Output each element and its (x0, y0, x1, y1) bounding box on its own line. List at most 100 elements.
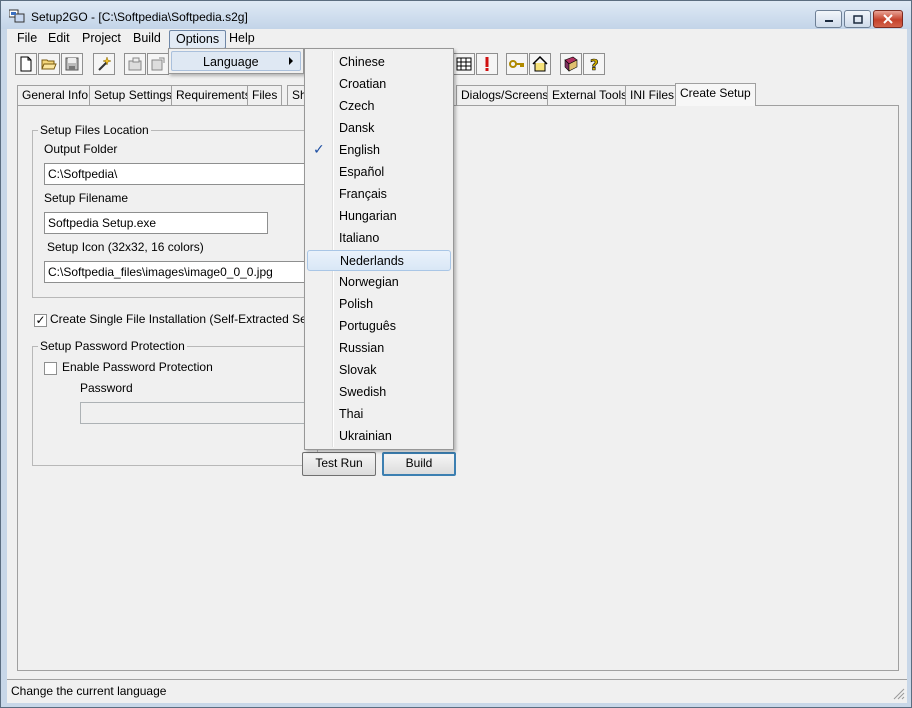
language-item-label: Swedish (339, 385, 387, 399)
open-button[interactable] (38, 53, 60, 75)
menu-project[interactable]: Project (76, 30, 127, 49)
options-menu: Language (168, 48, 304, 74)
setup-filename-label: Setup Filename (44, 191, 129, 205)
language-item-nederlands[interactable]: Nederlands (307, 250, 451, 271)
submenu-arrow-icon (289, 57, 293, 65)
export-icon (151, 57, 165, 71)
key-button[interactable] (506, 53, 528, 75)
language-item-label: Hungarian (339, 209, 397, 223)
toolbar: ? (7, 51, 907, 77)
save-button[interactable] (61, 53, 83, 75)
language-item-slovak[interactable]: Slovak (307, 360, 451, 381)
checkmark-icon: ✓ (35, 313, 46, 327)
language-item-thai[interactable]: Thai (307, 404, 451, 425)
maximize-icon (852, 14, 863, 24)
output-folder-input[interactable]: C:\Softpedia\ (44, 163, 318, 185)
grid-button[interactable] (453, 53, 475, 75)
tab-external-tools[interactable]: External Tools (547, 85, 633, 105)
minimize-icon (824, 20, 833, 22)
single-file-checkbox[interactable]: ✓ (34, 314, 47, 327)
setup-filename-input[interactable]: Softpedia Setup.exe (44, 212, 268, 234)
menu-item-language[interactable]: Language (171, 51, 301, 71)
book-icon (564, 56, 578, 72)
language-item-label: Czech (339, 99, 375, 113)
book-button[interactable] (560, 53, 582, 75)
language-item-label: Thai (339, 407, 364, 421)
title-bar[interactable]: Setup2GO - [C:\Softpedia\Softpedia.s2g] (1, 1, 911, 29)
language-item-ukrainian[interactable]: Ukrainian (307, 426, 451, 447)
tab-setup-settings[interactable]: Setup Settings (89, 85, 178, 105)
setup-icon-input[interactable]: C:\Softpedia_files\images\image0_0_0.jpg (44, 261, 318, 283)
output-folder-label: Output Folder (44, 142, 118, 156)
resize-grip-icon[interactable] (891, 686, 905, 700)
menu-options[interactable]: Options (169, 30, 227, 49)
enable-password-checkbox[interactable] (44, 362, 57, 375)
compile-button[interactable] (124, 53, 146, 75)
client-area: File Edit Project Build Options Help ? G… (7, 29, 907, 703)
language-item-espanol[interactable]: Español (307, 162, 451, 183)
enable-password-label[interactable]: Enable Password Protection (62, 360, 213, 374)
single-file-label[interactable]: Create Single File Installation (Self-Ex… (50, 312, 327, 326)
test-run-button[interactable]: Test Run (302, 452, 376, 476)
status-text: Change the current language (11, 684, 167, 698)
maximize-button[interactable] (844, 10, 871, 28)
build-button[interactable]: Build (382, 452, 456, 476)
menu-file[interactable]: File (11, 30, 43, 49)
language-item-hungarian[interactable]: Hungarian (307, 206, 451, 227)
language-item-english[interactable]: ✓ English (307, 140, 451, 161)
grid-icon (456, 57, 472, 71)
language-item-dansk[interactable]: Dansk (307, 118, 451, 139)
password-input[interactable] (80, 402, 318, 424)
language-item-russian[interactable]: Russian (307, 338, 451, 359)
language-item-label: Croatian (339, 77, 387, 91)
tab-files[interactable]: Files (247, 85, 283, 105)
tab-create-setup[interactable]: Create Setup (675, 83, 756, 106)
language-item-label: Italiano (339, 231, 380, 245)
export-button[interactable] (147, 53, 169, 75)
open-folder-icon (41, 59, 57, 70)
language-item-croatian[interactable]: Croatian (307, 74, 451, 95)
home-button[interactable] (529, 53, 551, 75)
tab-requirements[interactable]: Requirements (171, 85, 256, 105)
language-item-label: English (339, 143, 380, 157)
tab-general-info[interactable]: General Info (17, 85, 94, 105)
new-button[interactable] (15, 53, 37, 75)
language-item-label: Dansk (339, 121, 375, 135)
language-item-swedish[interactable]: Swedish (307, 382, 451, 403)
key-icon (509, 60, 524, 68)
language-item-label: Nederlands (340, 254, 404, 268)
password-protection-title: Setup Password Protection (38, 339, 187, 353)
warning-button[interactable] (476, 53, 498, 75)
language-item-czech[interactable]: Czech (307, 96, 451, 117)
language-item-norwegian[interactable]: Norwegian (307, 272, 451, 293)
tab-dialogs-screens[interactable]: Dialogs/Screens (456, 85, 554, 105)
language-item-chinese[interactable]: Chinese (307, 52, 451, 73)
language-item-label: Ukrainian (339, 429, 392, 443)
wizard-button[interactable] (93, 53, 115, 75)
tab-ini-files[interactable]: INI Files (625, 85, 680, 105)
language-item-label: Español (339, 165, 385, 179)
language-item-label: Português (339, 319, 396, 333)
setup-icon-label: Setup Icon (32x32, 16 colors) (47, 240, 204, 254)
language-item-label: Slovak (339, 363, 377, 377)
menu-edit[interactable]: Edit (42, 30, 76, 49)
language-item-francais[interactable]: Français (307, 184, 451, 205)
menu-help[interactable]: Help (223, 30, 261, 49)
menu-item-language-label: Language (203, 55, 259, 69)
window-title: Setup2GO - [C:\Softpedia\Softpedia.s2g] (31, 10, 248, 24)
minimize-button[interactable] (815, 10, 842, 28)
menu-build[interactable]: Build (127, 30, 167, 49)
app-icon[interactable] (9, 9, 25, 23)
language-item-portugues[interactable]: Português (307, 316, 451, 337)
close-button[interactable] (873, 10, 903, 28)
menu-bar: File Edit Project Build Options Help (7, 29, 907, 49)
language-item-polish[interactable]: Polish (307, 294, 451, 315)
new-file-icon (20, 56, 32, 72)
language-item-italiano[interactable]: Italiano (307, 228, 451, 249)
setup-files-location-title: Setup Files Location (38, 123, 151, 137)
language-item-label: Polish (339, 297, 374, 311)
help-button[interactable]: ? (583, 53, 605, 75)
svg-text:?: ? (590, 56, 599, 72)
checkmark-icon: ✓ (313, 141, 325, 157)
app-window: Setup2GO - [C:\Softpedia\Softpedia.s2g] … (0, 0, 912, 708)
